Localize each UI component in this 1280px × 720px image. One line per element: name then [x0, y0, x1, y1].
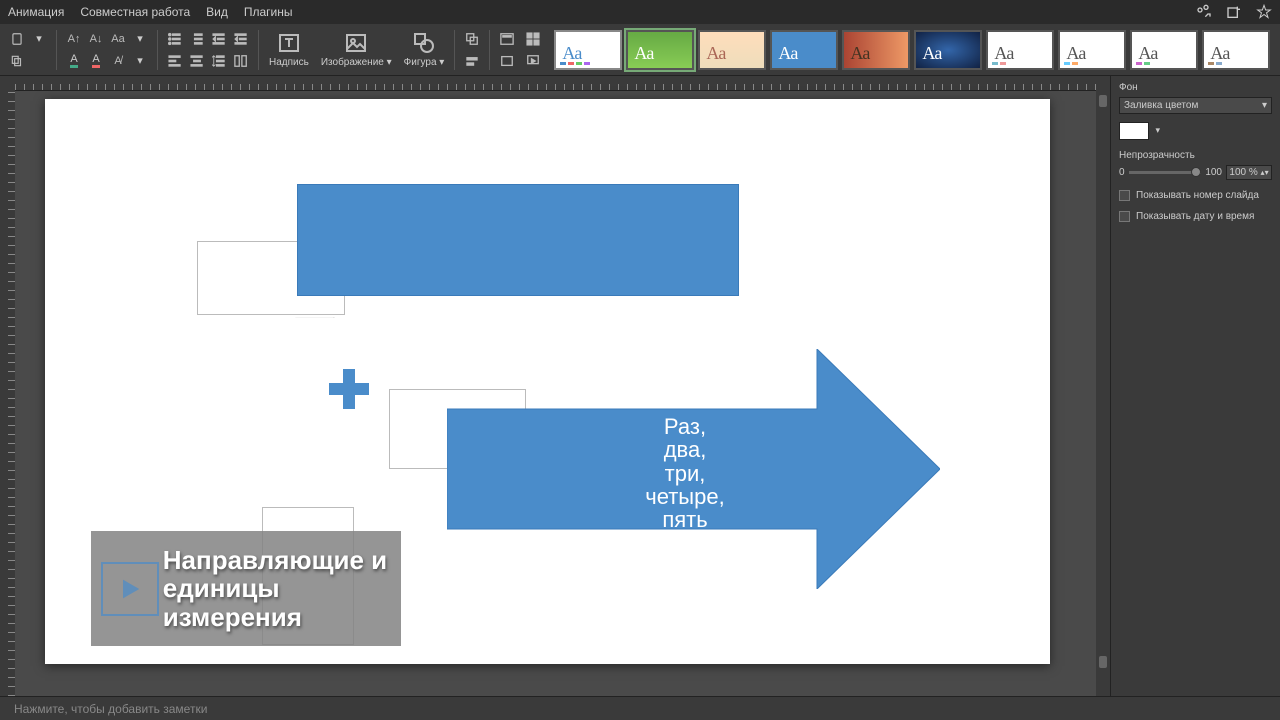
theme-gallery: Aa Aa Aa Aa Aa Aa Aa Aa Aa Aa [554, 30, 1270, 70]
notes-area[interactable]: Нажмите, чтобы добавить заметки [0, 696, 1280, 720]
align-left-button[interactable] [166, 52, 184, 70]
indent-decrease-button[interactable] [210, 30, 228, 48]
slide-layout-button[interactable] [498, 30, 516, 48]
columns-button[interactable] [232, 52, 250, 70]
clear-format-button[interactable]: A̸ [109, 52, 127, 70]
highlight-button[interactable]: A [65, 52, 83, 70]
slide-size-button[interactable] [498, 52, 516, 70]
vertical-scrollbar[interactable] [1096, 91, 1110, 696]
presentation-button[interactable] [524, 52, 542, 70]
overlay-title: Направляющие и единицы измерения [163, 546, 391, 632]
font-color-button[interactable]: A [87, 52, 105, 70]
toolbar: ▾ A↑ A↓ Aa ▾ A A A̸ ▾ [0, 24, 1280, 76]
opacity-label: Непрозрачность [1119, 150, 1272, 161]
numbering-button[interactable] [188, 30, 206, 48]
notes-placeholder: Нажмите, чтобы добавить заметки [14, 702, 207, 716]
video-overlay: Направляющие и единицы измерения [91, 531, 401, 646]
caret-icon[interactable]: ▾ [131, 30, 149, 48]
image-button[interactable]: Изображение ▾ [315, 31, 398, 68]
paste-button[interactable] [8, 30, 26, 48]
show-datetime-checkbox[interactable]: Показывать дату и время [1119, 211, 1272, 222]
open-file-icon[interactable] [1226, 4, 1242, 20]
bullets-button[interactable] [166, 30, 184, 48]
arrow-text[interactable]: Раз, два, три, четыре, пять [587, 415, 783, 532]
line-spacing-button[interactable] [210, 52, 228, 70]
ruler-corner [0, 76, 15, 91]
fill-color-picker[interactable] [1119, 122, 1149, 140]
play-icon[interactable] [101, 562, 159, 616]
arrange-button[interactable] [463, 30, 481, 48]
theme-thumb-4[interactable]: Aa [770, 30, 838, 70]
slide-canvas[interactable]: Раз, два, три, четыре, пять Направляющие… [45, 99, 1050, 664]
opacity-min: 0 [1119, 167, 1125, 178]
change-case-button[interactable]: Aa [109, 30, 127, 48]
share-icon[interactable] [1196, 4, 1212, 20]
indent-increase-button[interactable] [232, 30, 250, 48]
theme-thumb-8[interactable]: Aa [1058, 30, 1126, 70]
shape-plus[interactable] [329, 369, 369, 409]
menu-view[interactable]: Вид [206, 5, 228, 19]
font-decrease-button[interactable]: A↓ [87, 30, 105, 48]
menu-plugins[interactable]: Плагины [244, 5, 293, 19]
opacity-max: 100 [1205, 167, 1222, 178]
menu-animation[interactable]: Анимация [8, 5, 64, 19]
color-scheme-button[interactable] [524, 30, 542, 48]
theme-thumb-3[interactable]: Aa [698, 30, 766, 70]
align-center-button[interactable] [188, 52, 206, 70]
fill-type-select[interactable]: Заливка цветом▾ [1119, 97, 1272, 114]
align-objects-button[interactable] [463, 52, 481, 70]
shape-button[interactable]: Фигура ▾ [398, 31, 451, 68]
shape-line-arrow[interactable] [197, 317, 433, 318]
menu-bar: Анимация Совместная работа Вид Плагины [0, 0, 1280, 24]
show-slide-number-checkbox[interactable]: Показывать номер слайда [1119, 190, 1272, 201]
theme-thumb-6[interactable]: Aa [914, 30, 982, 70]
opacity-value[interactable]: 100 % ▴▾ [1226, 165, 1272, 180]
caret-icon[interactable]: ▾ [30, 30, 48, 48]
star-icon[interactable] [1256, 4, 1272, 20]
background-title: Фон [1119, 82, 1272, 93]
theme-thumb-5[interactable]: Aa [842, 30, 910, 70]
theme-thumb-9[interactable]: Aa [1130, 30, 1198, 70]
right-panel: Фон Заливка цветом▾ Непрозрачность 0 100… [1110, 76, 1280, 696]
vertical-ruler[interactable] [0, 91, 15, 696]
horizontal-ruler[interactable] [15, 76, 1096, 91]
theme-thumb-10[interactable]: Aa [1202, 30, 1270, 70]
main-area: Раз, два, три, четыре, пять Направляющие… [0, 76, 1280, 696]
caret-icon[interactable]: ▾ [131, 52, 149, 70]
theme-thumb-2[interactable]: Aa [626, 30, 694, 70]
copy-button[interactable] [8, 52, 26, 70]
menu-collaboration[interactable]: Совместная работа [80, 5, 190, 19]
opacity-slider[interactable] [1129, 171, 1202, 174]
theme-thumb-7[interactable]: Aa [986, 30, 1054, 70]
font-increase-button[interactable]: A↑ [65, 30, 83, 48]
theme-thumb-1[interactable]: Aa [554, 30, 622, 70]
shape-rectangle-blue[interactable] [297, 184, 739, 296]
textbox-button[interactable]: Надпись [263, 31, 315, 68]
